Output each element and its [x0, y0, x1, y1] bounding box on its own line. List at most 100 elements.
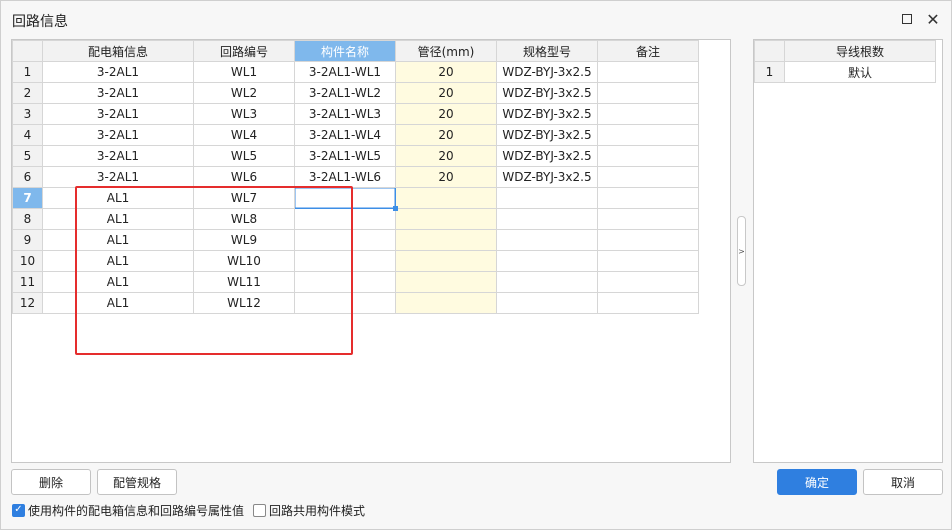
spec-model-cell[interactable]: WDZ-BYJ-3x2.5 — [496, 103, 598, 125]
table-row[interactable]: 1 默认 — [754, 61, 936, 83]
remark-cell[interactable] — [597, 292, 699, 314]
box-info-cell[interactable]: AL1 — [42, 208, 194, 230]
circuit-number-cell[interactable]: WL10 — [193, 250, 295, 272]
circuit-number-cell[interactable]: WL12 — [193, 292, 295, 314]
spec-model-cell[interactable]: WDZ-BYJ-3x2.5 — [496, 61, 598, 83]
component-name-cell[interactable]: 3-2AL1-WL5 — [294, 145, 396, 167]
header-component-name[interactable]: 构件名称 — [294, 40, 396, 62]
box-info-cell[interactable]: 3-2AL1 — [42, 166, 194, 188]
header-wire-count[interactable]: 导线根数 — [784, 40, 936, 62]
box-info-cell[interactable]: AL1 — [42, 292, 194, 314]
spec-model-cell[interactable] — [496, 229, 598, 251]
component-name-cell[interactable]: 3-2AL1-WL4 — [294, 124, 396, 146]
remark-cell[interactable] — [597, 145, 699, 167]
circuit-number-cell[interactable]: WL8 — [193, 208, 295, 230]
table-row[interactable]: 1 3-2AL1 WL1 3-2AL1-WL1 20 WDZ-BYJ-3x2.5 — [12, 61, 699, 83]
maximize-button[interactable] — [897, 9, 917, 29]
component-name-cell[interactable]: 3-2AL1-WL2 — [294, 82, 396, 104]
row-number[interactable]: 5 — [12, 145, 43, 167]
pipe-diameter-cell[interactable]: 20 — [395, 61, 497, 83]
shared-mode-option[interactable]: 回路共用构件模式 — [253, 501, 365, 519]
remark-cell[interactable] — [597, 124, 699, 146]
table-row[interactable]: 6 3-2AL1 WL6 3-2AL1-WL6 20 WDZ-BYJ-3x2.5 — [12, 166, 699, 188]
remark-cell[interactable] — [597, 208, 699, 230]
table-row[interactable]: 11 AL1 WL11 — [12, 271, 699, 293]
fill-handle[interactable] — [392, 205, 398, 211]
table-row[interactable]: 12 AL1 WL12 — [12, 292, 699, 314]
circuit-number-cell[interactable]: WL5 — [193, 145, 295, 167]
circuit-number-cell[interactable]: WL9 — [193, 229, 295, 251]
pipe-diameter-cell[interactable] — [395, 271, 497, 293]
spec-model-cell[interactable] — [496, 292, 598, 314]
box-info-cell[interactable]: AL1 — [42, 187, 194, 209]
wire-count-cell[interactable]: 默认 — [784, 61, 936, 83]
spec-model-cell[interactable] — [496, 187, 598, 209]
remark-cell[interactable] — [597, 229, 699, 251]
header-pipe-diameter[interactable]: 管径(mm) — [395, 40, 497, 62]
component-name-cell[interactable] — [294, 271, 396, 293]
table-row[interactable]: 9 AL1 WL9 — [12, 229, 699, 251]
pipe-diameter-cell[interactable]: 20 — [395, 145, 497, 167]
pipe-diameter-cell[interactable]: 20 — [395, 124, 497, 146]
remark-cell[interactable] — [597, 61, 699, 83]
component-name-cell[interactable] — [294, 208, 396, 230]
component-name-cell[interactable] — [294, 187, 396, 209]
table-row[interactable]: 8 AL1 WL8 — [12, 208, 699, 230]
box-info-cell[interactable]: 3-2AL1 — [42, 61, 194, 83]
row-number[interactable]: 7 — [12, 187, 43, 209]
spec-model-cell[interactable] — [496, 250, 598, 272]
row-number[interactable]: 1 — [12, 61, 43, 83]
remark-cell[interactable] — [597, 250, 699, 272]
table-row[interactable]: 4 3-2AL1 WL4 3-2AL1-WL4 20 WDZ-BYJ-3x2.5 — [12, 124, 699, 146]
row-number[interactable]: 11 — [12, 271, 43, 293]
pipe-diameter-cell[interactable] — [395, 229, 497, 251]
component-name-cell[interactable]: 3-2AL1-WL3 — [294, 103, 396, 125]
remark-cell[interactable] — [597, 187, 699, 209]
row-number[interactable]: 1 — [754, 61, 785, 83]
header-circuit-number[interactable]: 回路编号 — [193, 40, 295, 62]
row-number[interactable]: 2 — [12, 82, 43, 104]
pipe-spec-button[interactable]: 配管规格 — [97, 469, 177, 495]
pipe-diameter-cell[interactable] — [395, 250, 497, 272]
box-info-cell[interactable]: 3-2AL1 — [42, 103, 194, 125]
row-number[interactable]: 3 — [12, 103, 43, 125]
table-row[interactable]: 5 3-2AL1 WL5 3-2AL1-WL5 20 WDZ-BYJ-3x2.5 — [12, 145, 699, 167]
pipe-diameter-cell[interactable]: 20 — [395, 82, 497, 104]
ok-button[interactable]: 确定 — [777, 469, 857, 495]
remark-cell[interactable] — [597, 271, 699, 293]
cancel-button[interactable]: 取消 — [863, 469, 943, 495]
spec-model-cell[interactable]: WDZ-BYJ-3x2.5 — [496, 166, 598, 188]
spec-model-cell[interactable]: WDZ-BYJ-3x2.5 — [496, 82, 598, 104]
box-info-cell[interactable]: 3-2AL1 — [42, 145, 194, 167]
circuit-number-cell[interactable]: WL2 — [193, 82, 295, 104]
table-row[interactable]: 2 3-2AL1 WL2 3-2AL1-WL2 20 WDZ-BYJ-3x2.5 — [12, 82, 699, 104]
pipe-diameter-cell[interactable] — [395, 187, 497, 209]
spec-model-cell[interactable]: WDZ-BYJ-3x2.5 — [496, 124, 598, 146]
spec-model-cell[interactable] — [496, 271, 598, 293]
component-name-cell[interactable]: 3-2AL1-WL1 — [294, 61, 396, 83]
row-number[interactable]: 8 — [12, 208, 43, 230]
close-button[interactable]: ✕ — [923, 9, 943, 29]
table-row[interactable]: 10 AL1 WL10 — [12, 250, 699, 272]
header-box-info[interactable]: 配电箱信息 — [42, 40, 194, 62]
header-remark[interactable]: 备注 — [597, 40, 699, 62]
row-number[interactable]: 4 — [12, 124, 43, 146]
pipe-diameter-cell[interactable]: 20 — [395, 103, 497, 125]
component-name-cell[interactable]: 3-2AL1-WL6 — [294, 166, 396, 188]
wire-corner-cell[interactable] — [754, 40, 785, 62]
row-number[interactable]: 12 — [12, 292, 43, 314]
circuit-number-cell[interactable]: WL3 — [193, 103, 295, 125]
circuit-number-cell[interactable]: WL6 — [193, 166, 295, 188]
remark-cell[interactable] — [597, 103, 699, 125]
pipe-diameter-cell[interactable] — [395, 292, 497, 314]
row-number[interactable]: 6 — [12, 166, 43, 188]
corner-cell[interactable] — [12, 40, 43, 62]
component-name-cell[interactable] — [294, 250, 396, 272]
table-row[interactable]: 7 AL1 WL7 — [12, 187, 699, 209]
table-row[interactable]: 3 3-2AL1 WL3 3-2AL1-WL3 20 WDZ-BYJ-3x2.5 — [12, 103, 699, 125]
pipe-diameter-cell[interactable]: 20 — [395, 166, 497, 188]
spec-model-cell[interactable]: WDZ-BYJ-3x2.5 — [496, 145, 598, 167]
row-number[interactable]: 9 — [12, 229, 43, 251]
panel-splitter-toggle[interactable]: > — [737, 216, 746, 286]
header-spec-model[interactable]: 规格型号 — [496, 40, 598, 62]
